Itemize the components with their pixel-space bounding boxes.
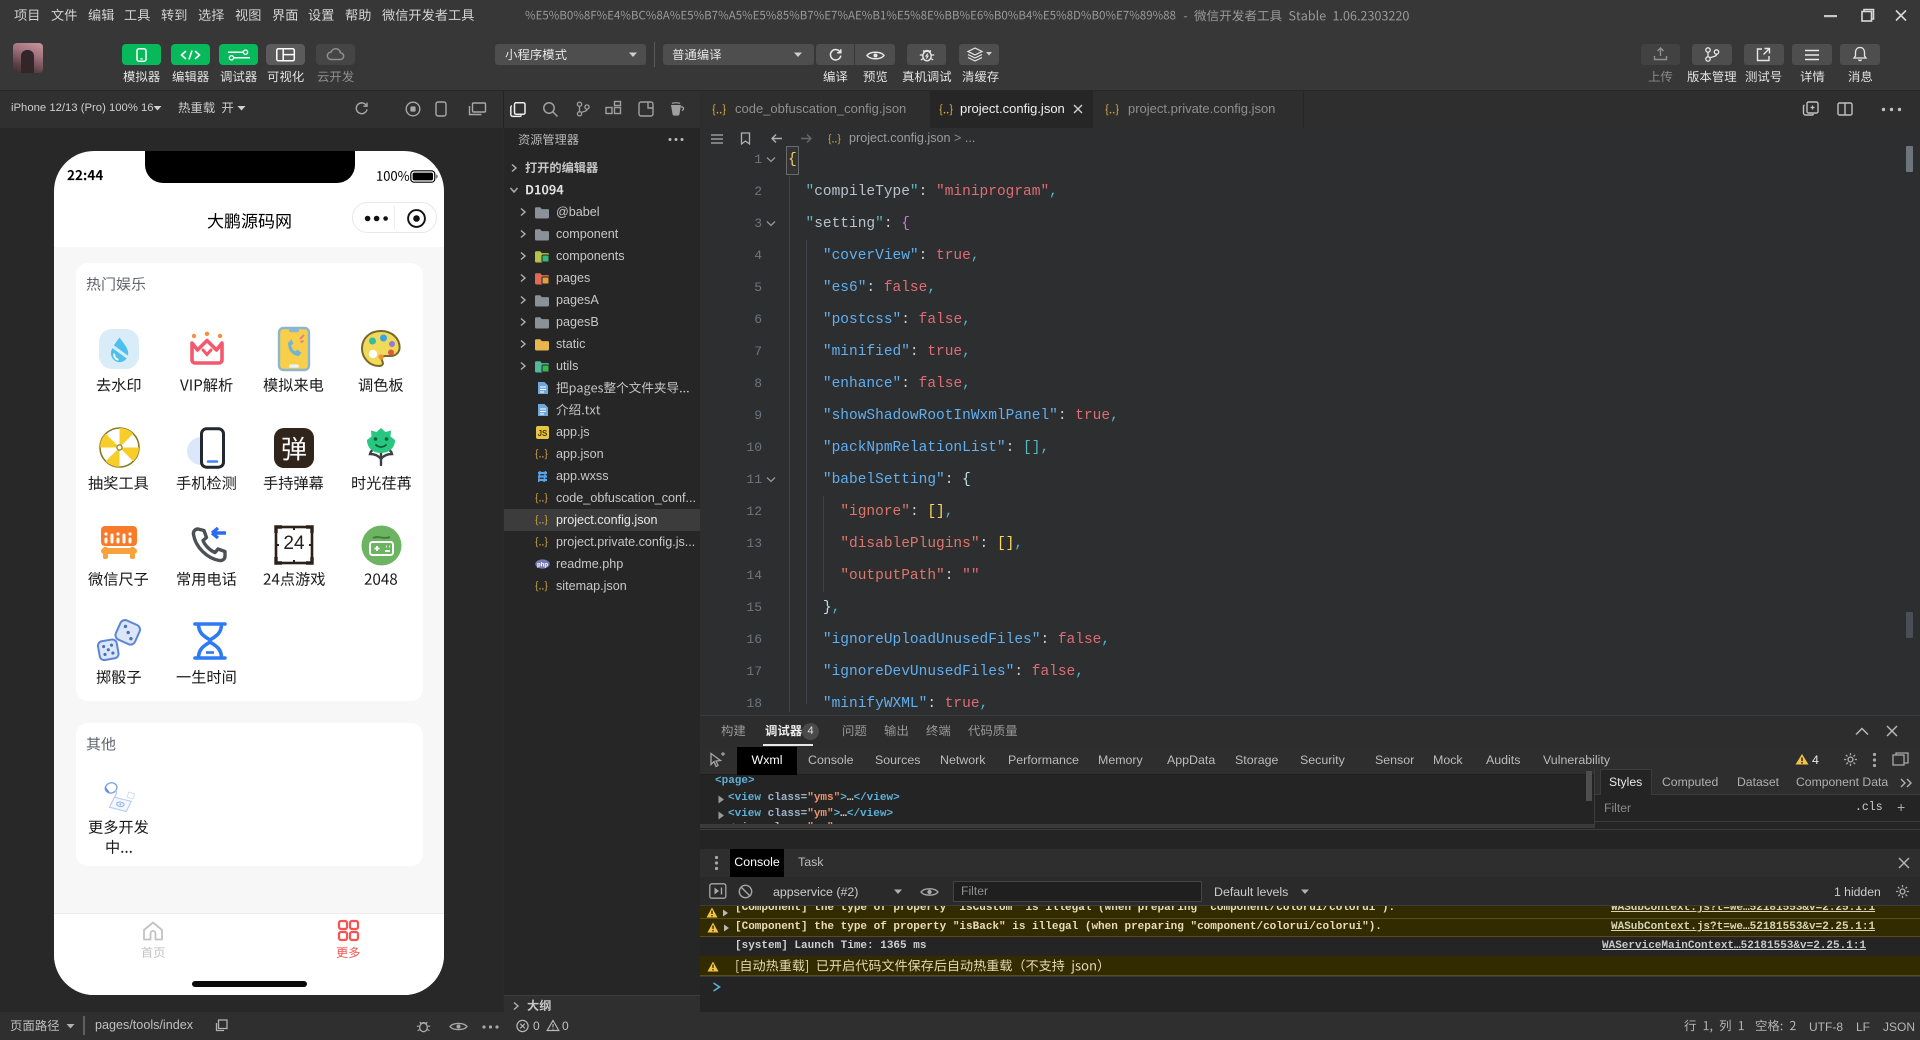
svg-text:php: php	[537, 562, 548, 568]
svg-text:JS: JS	[538, 429, 548, 438]
